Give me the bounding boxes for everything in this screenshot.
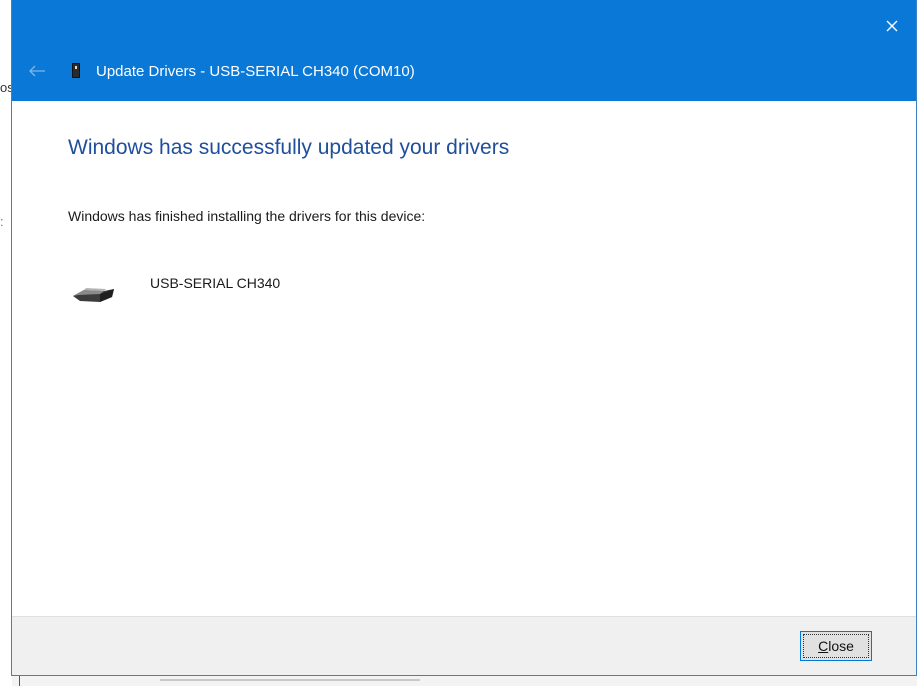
success-heading: Windows has successfully updated your dr… xyxy=(68,136,510,159)
close-button-label-rest: lose xyxy=(828,638,854,654)
close-button[interactable]: Close xyxy=(800,631,872,661)
background-text-fragment-2: : xyxy=(0,214,4,229)
title-bar: Update Drivers - USB-SERIAL CH340 (COM10… xyxy=(12,0,916,101)
close-button-mnemonic: C xyxy=(818,638,829,654)
update-drivers-dialog: Update Drivers - USB-SERIAL CH340 (COM10… xyxy=(11,0,917,676)
finished-message: Windows has finished installing the driv… xyxy=(68,208,426,224)
dialog-title: Update Drivers - USB-SERIAL CH340 (COM10… xyxy=(96,63,415,80)
close-button-label: Close xyxy=(818,638,854,654)
device-name: USB-SERIAL CH340 xyxy=(150,275,281,291)
usb-serial-device-icon xyxy=(70,282,116,306)
usb-device-icon xyxy=(72,63,80,78)
back-arrow-icon[interactable] xyxy=(28,64,46,77)
dialog-footer: Close xyxy=(12,616,916,675)
close-icon[interactable] xyxy=(882,16,902,36)
background-bottom-line xyxy=(160,679,420,681)
